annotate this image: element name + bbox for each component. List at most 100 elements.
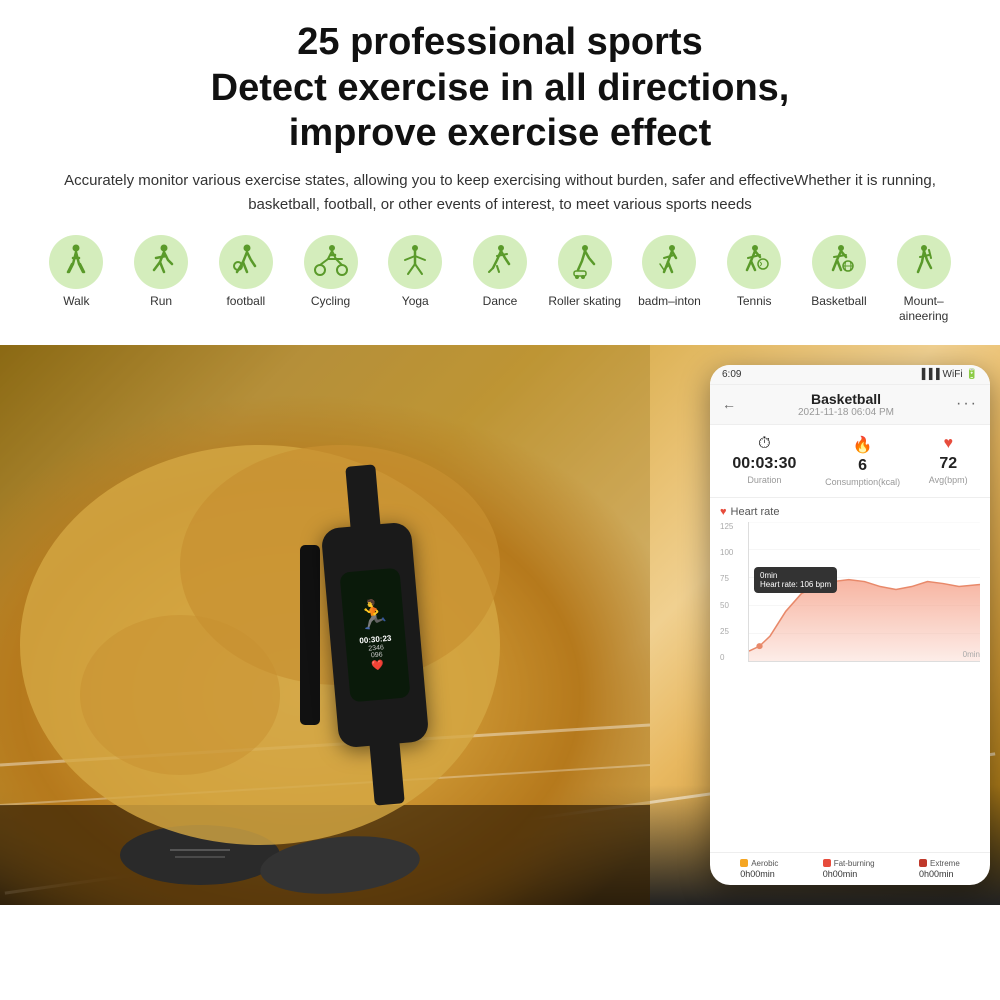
tooltip-line2: Heart rate: 106 bpm (760, 580, 831, 589)
stat-heartrate: ♥ 72 Avg(bpm) (929, 435, 968, 487)
heart-icon: ♥ (943, 435, 953, 453)
zone-row: Aerobic 0h00min Fat-burning 0h00min Extr… (720, 859, 980, 879)
walk-label: Walk (63, 294, 89, 310)
y-label-100: 100 (720, 548, 745, 557)
phone-title-area: Basketball 2021-11-18 06:04 PM (798, 391, 894, 418)
phone-activity-header: ← Basketball 2021-11-18 06:04 PM ··· (710, 385, 990, 425)
heartrate-label: Avg(bpm) (929, 475, 968, 485)
calories-label: Consumption(kcal) (825, 477, 900, 487)
sport-item-roller-skating: Roller skating (548, 235, 621, 310)
phone-status-bar: 6:09 ▐▐▐ WiFi 🔋 (710, 365, 990, 385)
run-label: Run (150, 294, 172, 310)
sport-item-run: Run (125, 235, 198, 310)
top-section: 25 professional sports Detect exercise i… (0, 0, 1000, 345)
wifi-icon: WiFi (943, 369, 963, 380)
phone-zones: Aerobic 0h00min Fat-burning 0h00min Extr… (710, 852, 990, 885)
extreme-label: Extreme (930, 859, 960, 868)
band-screen: 🏃 00:30:23 2346 096 ❤️ (339, 568, 410, 703)
y-label-125: 125 (720, 522, 745, 531)
cycling-icon (304, 235, 358, 289)
fat-burning-time: 0h00min (823, 869, 858, 879)
sport-item-yoga: Yoga (379, 235, 452, 310)
y-label-50: 50 (720, 601, 745, 610)
yoga-icon (388, 235, 442, 289)
signal-icon: ▐▐▐ (918, 369, 939, 380)
zone-fat-burning: Fat-burning 0h00min (823, 859, 875, 879)
y-label-75: 75 (720, 574, 745, 583)
mountaineering-label: Mount–aineering (887, 294, 960, 325)
aerobic-dot (740, 859, 748, 867)
bottom-section: 🏃 00:30:23 2346 096 ❤️ 6:09 ▐▐▐ WiFi 🔋 ←… (0, 345, 1000, 905)
heart-rate-chart: 125 100 75 50 25 0 (720, 522, 980, 682)
activity-date: 2021-11-18 06:04 PM (798, 407, 894, 418)
band-runner-icon: 🏃 (354, 596, 392, 632)
y-label-25: 25 (720, 627, 745, 636)
basketball-icon (812, 235, 866, 289)
football-icon (219, 235, 273, 289)
phone-status-icons: ▐▐▐ WiFi 🔋 (918, 369, 978, 380)
basketball-label: Basketball (811, 294, 866, 310)
main-title: 25 professional sports Detect exercise i… (40, 20, 960, 157)
sport-item-tennis: Tennis (718, 235, 791, 310)
heartrate-value: 72 (939, 455, 957, 473)
sport-item-walk: Walk (40, 235, 113, 310)
dance-icon (473, 235, 527, 289)
walk-icon (49, 235, 103, 289)
zone-extreme: Extreme 0h00min (919, 859, 960, 879)
sport-item-basketball: Basketball (803, 235, 876, 310)
calories-icon: 🔥 (853, 435, 873, 455)
smart-band: 🏃 00:30:23 2346 096 ❤️ (321, 521, 430, 748)
badminton-label: badm–inton (638, 294, 701, 310)
tennis-label: Tennis (737, 294, 772, 310)
extreme-dot (919, 859, 927, 867)
sport-item-dance: Dance (464, 235, 537, 310)
aerobic-time: 0h00min (740, 869, 775, 879)
duration-value: 00:03:30 (732, 455, 796, 473)
fat-burning-dot (823, 859, 831, 867)
tennis-icon (727, 235, 781, 289)
extreme-time: 0h00min (919, 869, 954, 879)
activity-title: Basketball (798, 391, 894, 407)
roller-skating-icon (558, 235, 612, 289)
sport-item-cycling: Cycling (294, 235, 367, 310)
badminton-icon (642, 235, 696, 289)
wrist-area (0, 345, 650, 905)
phone-stats-row: ⏱ 00:03:30 Duration 🔥 6 Consumption(kcal… (710, 425, 990, 498)
chart-x-label: 0min (963, 650, 980, 659)
tooltip-line1: 0min (760, 571, 831, 580)
phone-chart-area: ♥ Heart rate 125 100 75 50 25 0 (710, 498, 990, 852)
y-label-0: 0 (720, 653, 745, 662)
stat-duration: ⏱ 00:03:30 Duration (732, 435, 796, 487)
back-button[interactable]: ← (722, 396, 736, 412)
chart-tooltip: 0min Heart rate: 106 bpm (754, 567, 837, 593)
sport-item-football: football (209, 235, 282, 310)
roller-skating-label: Roller skating (548, 294, 621, 310)
phone-mockup: 6:09 ▐▐▐ WiFi 🔋 ← Basketball 2021-11-18 … (710, 365, 990, 885)
fat-burning-label: Fat-burning (834, 859, 875, 868)
mountaineering-icon (897, 235, 951, 289)
sports-icons-row: Walk Run (40, 235, 960, 325)
chart-y-axis: 125 100 75 50 25 0 (720, 522, 745, 662)
chart-plot: 0min Heart rate: 106 bpm 0min (748, 522, 980, 662)
stat-calories: 🔥 6 Consumption(kcal) (825, 435, 900, 487)
zone-aerobic: Aerobic 0h00min (740, 859, 778, 879)
more-options-button[interactable]: ··· (956, 395, 978, 413)
duration-icon: ⏱ (758, 435, 770, 453)
football-label: football (226, 294, 265, 310)
description: Accurately monitor various exercise stat… (40, 169, 960, 217)
calories-value: 6 (858, 457, 867, 475)
yoga-label: Yoga (402, 294, 429, 310)
band-strap-bottom (369, 738, 405, 805)
cycling-label: Cycling (311, 294, 350, 310)
wrist-svg (0, 345, 650, 905)
aerobic-label: Aerobic (751, 859, 778, 868)
battery-icon: 🔋 (966, 369, 978, 380)
phone-time: 6:09 (722, 369, 741, 380)
run-icon (134, 235, 188, 289)
dance-label: Dance (483, 294, 518, 310)
band-strap-top (345, 464, 381, 531)
sport-item-mountaineering: Mount–aineering (887, 235, 960, 325)
sport-item-badminton: badm–inton (633, 235, 706, 310)
band-heart-icon: ❤️ (371, 661, 384, 673)
duration-label: Duration (747, 475, 781, 485)
